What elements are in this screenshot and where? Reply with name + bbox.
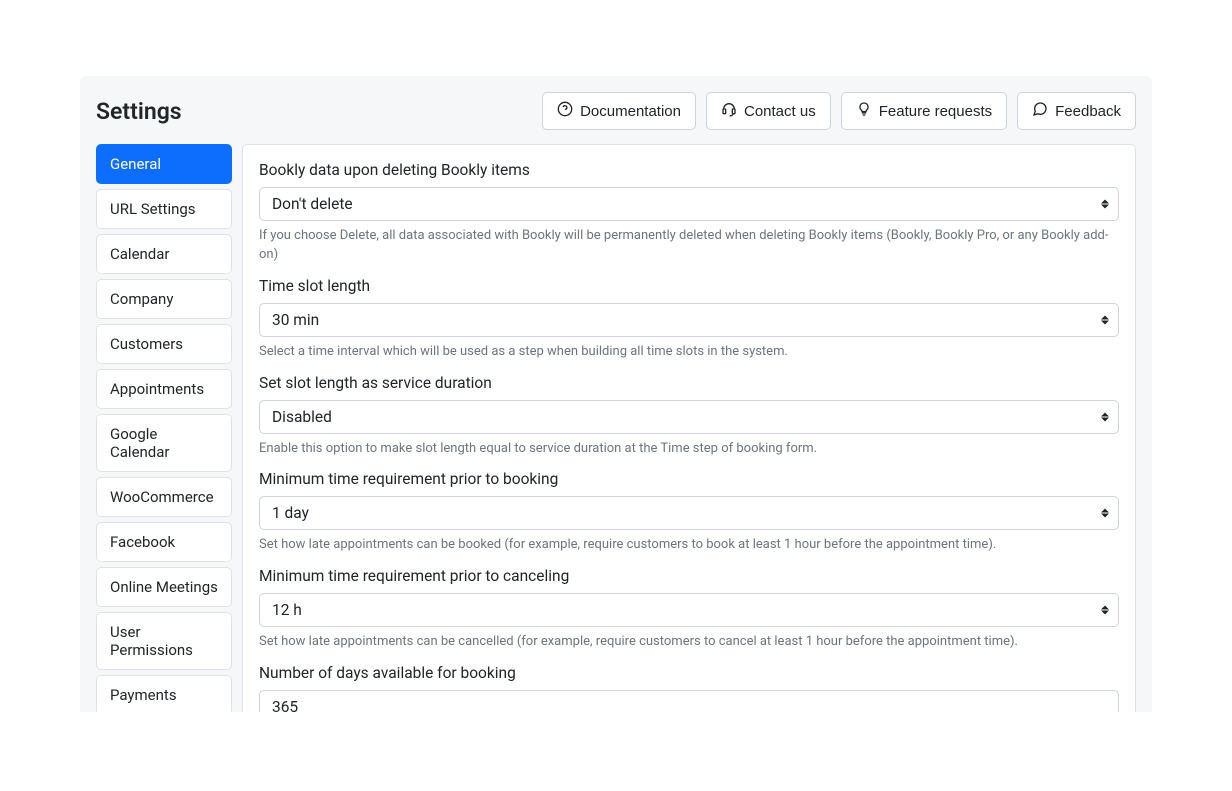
tab-payments[interactable]: Payments: [96, 675, 232, 712]
field-days-available: Number of days available for booking Set…: [259, 664, 1119, 712]
min-prior-booking-label: Minimum time requirement prior to bookin…: [259, 470, 1119, 488]
tab-online-meetings[interactable]: Online Meetings: [96, 567, 232, 607]
help-icon: [557, 101, 573, 121]
tab-google-calendar[interactable]: Google Calendar: [96, 414, 232, 472]
page-title: Settings: [96, 98, 182, 125]
days-available-label: Number of days available for booking: [259, 664, 1119, 682]
field-min-prior-booking: Minimum time requirement prior to bookin…: [259, 470, 1119, 555]
settings-panel: Settings Documentation Contact us: [80, 76, 1152, 712]
contact-button[interactable]: Contact us: [706, 92, 831, 130]
header: Settings Documentation Contact us: [96, 92, 1136, 144]
min-prior-cancel-help: Set how late appointments can be cancell…: [259, 633, 1119, 652]
min-prior-cancel-select[interactable]: 12 h: [259, 593, 1119, 627]
delete-data-help: If you choose Delete, all data associate…: [259, 227, 1119, 265]
field-delete-data: Bookly data upon deleting Bookly items D…: [259, 161, 1119, 265]
delete-data-label: Bookly data upon deleting Bookly items: [259, 161, 1119, 179]
slot-as-duration-help: Enable this option to make slot length e…: [259, 440, 1119, 459]
delete-data-select[interactable]: Don't delete: [259, 187, 1119, 221]
tab-user-permissions[interactable]: User Permissions: [96, 612, 232, 670]
slot-length-select[interactable]: 30 min: [259, 303, 1119, 337]
tab-url-settings[interactable]: URL Settings: [96, 189, 232, 229]
field-slot-as-duration: Set slot length as service duration Disa…: [259, 374, 1119, 459]
days-available-input[interactable]: [259, 690, 1119, 712]
min-prior-booking-help: Set how late appointments can be booked …: [259, 536, 1119, 555]
tab-general[interactable]: General: [96, 144, 232, 184]
sidebar: General URL Settings Calendar Company Cu…: [96, 144, 232, 712]
min-prior-booking-select[interactable]: 1 day: [259, 496, 1119, 530]
field-slot-length: Time slot length 30 min Select a time in…: [259, 277, 1119, 362]
tab-company[interactable]: Company: [96, 279, 232, 319]
lightbulb-icon: [856, 101, 872, 121]
documentation-button[interactable]: Documentation: [542, 92, 696, 130]
slot-length-label: Time slot length: [259, 277, 1119, 295]
tab-customers[interactable]: Customers: [96, 324, 232, 364]
tab-facebook[interactable]: Facebook: [96, 522, 232, 562]
slot-length-help: Select a time interval which will be use…: [259, 343, 1119, 362]
chat-icon: [1032, 101, 1048, 121]
header-actions: Documentation Contact us Feature request…: [542, 92, 1136, 130]
min-prior-cancel-label: Minimum time requirement prior to cancel…: [259, 567, 1119, 585]
tab-woocommerce[interactable]: WooCommerce: [96, 477, 232, 517]
slot-as-duration-select[interactable]: Disabled: [259, 400, 1119, 434]
settings-content: Bookly data upon deleting Bookly items D…: [242, 144, 1136, 712]
field-min-prior-cancel: Minimum time requirement prior to cancel…: [259, 567, 1119, 652]
tab-calendar[interactable]: Calendar: [96, 234, 232, 274]
feedback-button[interactable]: Feedback: [1017, 92, 1136, 130]
slot-as-duration-label: Set slot length as service duration: [259, 374, 1119, 392]
headset-icon: [721, 101, 737, 121]
tab-appointments[interactable]: Appointments: [96, 369, 232, 409]
feature-requests-button[interactable]: Feature requests: [841, 92, 1007, 130]
